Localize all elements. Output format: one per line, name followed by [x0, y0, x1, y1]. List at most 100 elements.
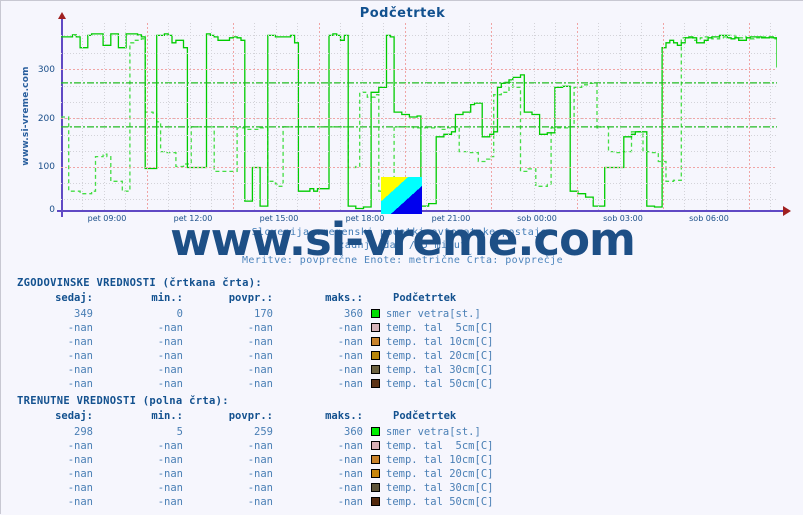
series-label: temp. tal 30cm[C]	[386, 482, 494, 494]
cell-min: -nan	[157, 364, 183, 376]
x-tick-6: sob 03:00	[603, 214, 643, 223]
cell-povpr: -nan	[247, 350, 273, 362]
series-label: temp. tal 50cm[C]	[386, 496, 494, 508]
cell-maks: 360	[344, 308, 363, 320]
cell-maks: -nan	[337, 468, 363, 480]
cell-povpr: -nan	[247, 440, 273, 452]
y-tick-200: 200	[37, 114, 55, 124]
legend-swatch-icon	[371, 455, 380, 464]
legend-swatch-icon	[371, 483, 380, 492]
legend-swatch-icon	[371, 469, 380, 478]
table-row: -nan -nan -nan -nan temp. tal 50cm[C]	[11, 377, 494, 391]
table-row: 349 0 170 360 smer vetra[st.]	[11, 307, 493, 321]
cell-maks: -nan	[337, 482, 363, 494]
header-station: Podčetrtek	[393, 410, 457, 422]
x-tick-5: sob 00:00	[517, 214, 557, 223]
historical-values-table: ZGODOVINSKE VREDNOSTI (črtkana črta): se…	[11, 277, 493, 391]
cell-min: -nan	[157, 468, 183, 480]
legend-swatch-icon	[371, 309, 380, 318]
table-header-row: sedaj: min.: povpr.: maks.: Podčetrtek	[11, 410, 493, 425]
cell-sedaj: -nan	[67, 350, 93, 362]
series-label: temp. tal 50cm[C]	[386, 378, 494, 390]
cell-min: -nan	[157, 378, 183, 390]
series-label: smer vetra[st.]	[386, 426, 481, 438]
legend-swatch-icon	[371, 365, 380, 374]
x-tick-7: sob 06:00	[689, 214, 729, 223]
x-tick-2: pet 15:00	[259, 214, 299, 223]
cell-povpr: -nan	[247, 454, 273, 466]
cell-sedaj: -nan	[67, 454, 93, 466]
cell-povpr: -nan	[247, 336, 273, 348]
cell-min: 5	[176, 426, 183, 438]
cell-maks: -nan	[337, 336, 363, 348]
cell-min: -nan	[157, 322, 183, 334]
subtitle-line-1: Slovenija vremenski podatki avtomatske p…	[251, 227, 554, 238]
cell-povpr: -nan	[247, 364, 273, 376]
x-tick-1: pet 12:00	[173, 214, 213, 223]
header-min: min.:	[151, 410, 183, 422]
cell-min: -nan	[157, 350, 183, 362]
series-legend-cell: temp. tal 10cm[C]	[371, 335, 493, 349]
cell-sedaj: -nan	[67, 336, 93, 348]
table-row: -nan -nan -nan -nan temp. tal 10cm[C]	[11, 453, 494, 467]
cell-sedaj: -nan	[67, 468, 93, 480]
series-legend-cell: smer vetra[st.]	[371, 425, 493, 439]
y-tick-0: 0	[49, 205, 55, 215]
table-row: -nan -nan -nan -nan temp. tal 5cm[C]	[11, 321, 494, 335]
table-row: -nan -nan -nan -nan temp. tal 30cm[C]	[11, 481, 494, 495]
series-legend-cell: temp. tal 50cm[C]	[371, 377, 493, 391]
y-tick-100: 100	[37, 162, 55, 172]
cell-povpr: -nan	[247, 322, 273, 334]
cell-povpr: -nan	[247, 482, 273, 494]
header-min: min.:	[151, 292, 183, 304]
cell-maks: -nan	[337, 350, 363, 362]
cell-povpr: -nan	[247, 378, 273, 390]
series-label: temp. tal 20cm[C]	[386, 350, 494, 362]
current-caption: TRENUTNE VREDNOSTI (polna črta):	[17, 395, 229, 407]
historical-table: sedaj: min.: povpr.: maks.: Podčetrtek 3…	[11, 292, 493, 391]
cell-min: -nan	[157, 336, 183, 348]
series-label: temp. tal 20cm[C]	[386, 468, 494, 480]
cell-sedaj: -nan	[67, 496, 93, 508]
table-header-row: sedaj: min.: povpr.: maks.: Podčetrtek	[11, 292, 493, 307]
x-tick-4: pet 21:00	[431, 214, 471, 223]
header-station: Podčetrtek	[393, 292, 457, 304]
cell-sedaj: -nan	[67, 364, 93, 376]
x-tick-3: pet 18:00	[345, 214, 385, 223]
header-povpr: povpr.:	[228, 292, 273, 304]
table-row: -nan -nan -nan -nan temp. tal 50cm[C]	[11, 495, 494, 509]
series-legend-cell: temp. tal 5cm[C]	[371, 321, 493, 335]
cell-maks: -nan	[337, 322, 363, 334]
cell-povpr: 170	[254, 308, 273, 320]
cell-maks: -nan	[337, 496, 363, 508]
legend-swatch-icon	[371, 427, 380, 436]
cell-maks: -nan	[337, 440, 363, 452]
cell-sedaj: 298	[74, 426, 93, 438]
cell-maks: -nan	[337, 378, 363, 390]
cell-min: 0	[176, 308, 183, 320]
table-row: -nan -nan -nan -nan temp. tal 20cm[C]	[11, 467, 494, 481]
historical-caption: ZGODOVINSKE VREDNOSTI (črtkana črta):	[17, 277, 262, 289]
subtitle-line-2: zadnji dan / 5 minut	[338, 240, 467, 251]
legend-swatch-icon	[371, 497, 380, 506]
cell-sedaj: -nan	[67, 440, 93, 452]
cell-min: -nan	[157, 454, 183, 466]
header-sedaj: sedaj:	[55, 410, 93, 422]
x-axis-arrow-icon	[783, 206, 791, 216]
current-values-table: TRENUTNE VREDNOSTI (polna črta): sedaj: …	[11, 395, 493, 509]
legend-swatch-icon	[371, 441, 380, 450]
legend-swatch-icon	[371, 323, 380, 332]
header-maks: maks.:	[325, 292, 363, 304]
header-sedaj: sedaj:	[55, 292, 93, 304]
y-axis-arrow-icon	[58, 12, 66, 19]
series-legend-cell: temp. tal 10cm[C]	[371, 453, 493, 467]
page-title: Podčetrtek	[359, 6, 446, 21]
current-table: sedaj: min.: povpr.: maks.: Podčetrtek 2…	[11, 410, 493, 509]
series-legend-cell: temp. tal 30cm[C]	[371, 363, 493, 377]
cell-povpr: -nan	[247, 468, 273, 480]
y-tick-300: 300	[37, 65, 55, 75]
table-row: -nan -nan -nan -nan temp. tal 5cm[C]	[11, 439, 494, 453]
x-tick-0: pet 09:00	[87, 214, 127, 223]
series-legend-cell: temp. tal 30cm[C]	[371, 481, 493, 495]
table-row: -nan -nan -nan -nan temp. tal 20cm[C]	[11, 349, 494, 363]
